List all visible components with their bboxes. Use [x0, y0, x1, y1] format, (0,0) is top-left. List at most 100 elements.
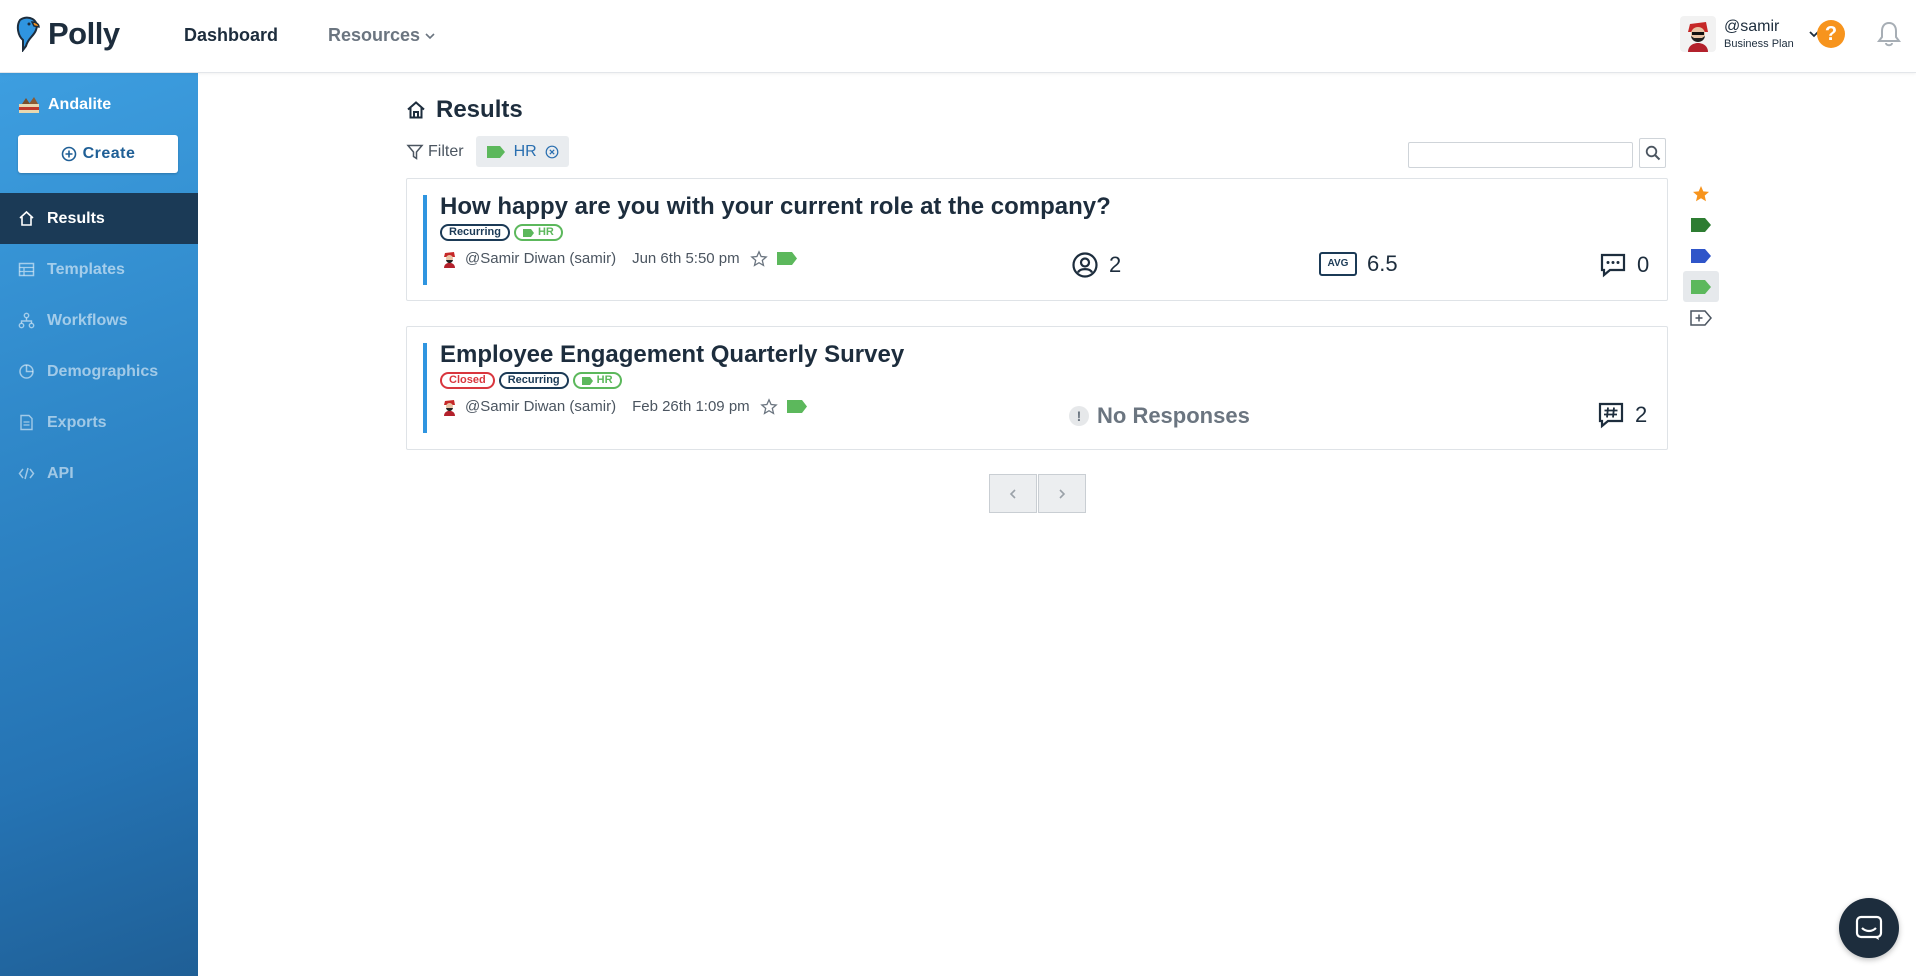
- result-meta: @Samir Diwan (samir) Feb 26th 1:09 pm: [440, 397, 808, 416]
- search-input[interactable]: [1408, 142, 1633, 168]
- tag-icon: [522, 228, 534, 237]
- average-value: 6.5: [1367, 251, 1398, 276]
- avatar: [440, 249, 459, 268]
- created-date: Jun 6th 5:50 pm: [632, 250, 740, 267]
- comments-stat[interactable]: 0: [1599, 251, 1649, 279]
- avatar: [1680, 16, 1716, 52]
- tag-icon[interactable]: [776, 251, 798, 266]
- sidebar-item-results[interactable]: Results: [0, 193, 198, 244]
- sidebar-item-workflows[interactable]: Workflows: [0, 295, 198, 346]
- avg-icon: AVG: [1319, 252, 1357, 276]
- threads-count: 2: [1635, 402, 1648, 427]
- card-accent-bar: [423, 195, 427, 285]
- top-navbar: Polly Dashboard Resources @samir Busines…: [0, 0, 1916, 73]
- created-date: Feb 26th 1:09 pm: [632, 398, 750, 415]
- star-outline-icon[interactable]: [759, 397, 778, 416]
- code-icon: [18, 467, 35, 480]
- recurring-badge: Recurring: [498, 372, 569, 389]
- result-title[interactable]: How happy are you with your current role…: [440, 193, 1111, 221]
- polly-logo[interactable]: Polly: [14, 16, 120, 52]
- nav-dashboard-link[interactable]: Dashboard: [184, 25, 278, 46]
- demographics-icon: [19, 364, 34, 379]
- tag-icon: [581, 376, 593, 385]
- sidebar-item-api[interactable]: API: [0, 448, 198, 499]
- sidebar-item-label: Templates: [47, 260, 125, 278]
- favorites-filter[interactable]: [1683, 178, 1719, 209]
- chevron-right-icon: [1059, 488, 1066, 499]
- threads-stat[interactable]: 2: [1597, 401, 1647, 429]
- next-page-button[interactable]: [1038, 474, 1086, 513]
- sidebar: Andalite Create Results Templates Workfl…: [0, 73, 198, 976]
- result-card[interactable]: Employee Engagement Quarterly Survey Clo…: [406, 326, 1668, 450]
- nav-resources-label: Resources: [328, 25, 421, 45]
- add-tag-icon: [1690, 309, 1712, 326]
- sidebar-item-label: API: [47, 464, 74, 482]
- app-name: Polly: [48, 16, 120, 51]
- home-icon: [407, 101, 425, 119]
- exports-icon: [20, 414, 33, 431]
- tag-icon: [1691, 217, 1711, 232]
- search-button[interactable]: [1639, 138, 1666, 168]
- closed-badge: Closed: [440, 372, 495, 389]
- help-icon[interactable]: ?: [1817, 20, 1845, 48]
- comments-count: 0: [1637, 252, 1650, 277]
- plus-circle-icon: [61, 146, 76, 162]
- nav-resources-dropdown[interactable]: Resources: [328, 25, 436, 46]
- page-title: Results: [406, 96, 523, 124]
- author-name[interactable]: @Samir Diwan (samir): [465, 250, 616, 267]
- comment-icon: [1600, 253, 1626, 278]
- tag-icon[interactable]: [786, 399, 808, 414]
- bell-icon[interactable]: [1876, 20, 1902, 48]
- hash-comment-icon: [1598, 402, 1624, 429]
- workspace-icon: [19, 97, 39, 113]
- star-icon: [1693, 185, 1709, 201]
- card-accent-bar: [423, 343, 427, 433]
- workspace-name: Andalite: [48, 96, 112, 113]
- user-circle-icon: [1072, 252, 1098, 278]
- chat-icon: [1855, 915, 1883, 940]
- result-title[interactable]: Employee Engagement Quarterly Survey: [440, 341, 904, 369]
- author-name[interactable]: @Samir Diwan (samir): [465, 398, 616, 415]
- remove-filter-icon[interactable]: [545, 145, 559, 159]
- badge-group: Closed Recurring HR: [440, 372, 622, 389]
- tag-filter-blue[interactable]: [1683, 240, 1719, 271]
- result-card[interactable]: How happy are you with your current role…: [406, 178, 1668, 301]
- hr-tag-badge: HR: [572, 372, 622, 389]
- sidebar-item-templates[interactable]: Templates: [0, 244, 198, 295]
- sidebar-item-demographics[interactable]: Demographics: [0, 346, 198, 397]
- filter-button[interactable]: Filter: [406, 143, 464, 161]
- sidebar-item-exports[interactable]: Exports: [0, 397, 198, 448]
- sidebar-item-label: Exports: [47, 413, 107, 431]
- respondents-stat: 2: [1071, 251, 1121, 279]
- recurring-badge: Recurring: [440, 224, 510, 241]
- quick-filter-rail: [1683, 178, 1719, 333]
- pagination: [989, 474, 1086, 513]
- star-outline-icon[interactable]: [749, 249, 768, 268]
- prev-page-button[interactable]: [989, 474, 1037, 513]
- sidebar-item-label: Results: [47, 209, 105, 227]
- search-icon: [1645, 145, 1660, 161]
- badge-group: Recurring HR: [440, 224, 563, 241]
- filter-bar: Filter HR: [406, 136, 569, 167]
- user-menu[interactable]: @samir Business Plan: [1680, 16, 1820, 52]
- tag-filter-hr[interactable]: [1683, 271, 1719, 302]
- workspace-switcher[interactable]: Andalite: [18, 96, 111, 114]
- tag-filter-dark-green[interactable]: [1683, 209, 1719, 240]
- user-plan: Business Plan: [1724, 38, 1794, 51]
- active-filter-label: HR: [513, 142, 537, 160]
- no-responses-text: No Responses: [1097, 403, 1250, 428]
- exclamation-icon: !: [1069, 406, 1089, 426]
- add-tag-button[interactable]: [1683, 302, 1719, 333]
- user-handle: @samir: [1724, 17, 1780, 35]
- support-chat-button[interactable]: [1839, 898, 1899, 958]
- home-icon: [19, 210, 34, 226]
- create-button[interactable]: Create: [18, 135, 178, 173]
- hr-badge-label: HR: [596, 374, 613, 386]
- filter-label: Filter: [428, 142, 464, 160]
- create-label: Create: [82, 145, 136, 162]
- no-responses-indicator: ! No Responses: [1069, 403, 1250, 429]
- tag-icon: [1691, 248, 1711, 263]
- active-filter-chip[interactable]: HR: [475, 136, 569, 167]
- chevron-down-icon: [425, 32, 435, 39]
- polly-bird-icon: [16, 16, 40, 52]
